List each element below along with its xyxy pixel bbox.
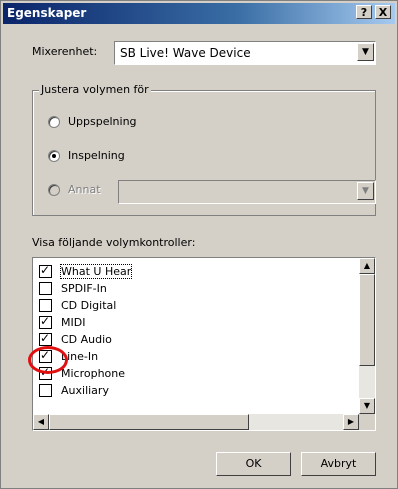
- list-item-label: CD Audio: [61, 333, 112, 346]
- list-item-label: What U Hear: [59, 264, 133, 279]
- scroll-down-icon[interactable]: ▼: [359, 398, 375, 414]
- highlight-circle: [28, 346, 68, 374]
- list-item-label: Auxiliary: [61, 384, 109, 397]
- scroll-up-icon[interactable]: ▲: [359, 258, 375, 274]
- horizontal-scrollbar[interactable]: ◀ ▶: [33, 414, 359, 430]
- list-item-label: SPDIF-In: [61, 282, 107, 295]
- title-bar[interactable]: Egenskaper ? X: [3, 3, 395, 24]
- radio-playback-label[interactable]: Uppspelning: [68, 115, 137, 128]
- adjust-volume-legend: Justera volymen för: [39, 83, 151, 96]
- radio-selected-dot: [52, 154, 56, 158]
- checkbox[interactable]: [39, 384, 52, 397]
- volume-controls-list[interactable]: ✓ What U Hear SPDIF-In CD Digital ✓ MIDI…: [32, 257, 376, 431]
- cancel-button[interactable]: Avbryt: [301, 452, 376, 476]
- checkbox[interactable]: [39, 299, 52, 312]
- list-item-label: MIDI: [61, 316, 86, 329]
- checkmark-icon: ✓: [40, 331, 51, 345]
- checkbox[interactable]: [39, 282, 52, 295]
- properties-dialog: Egenskaper ? X Mixerenhet: SB Live! Wave…: [0, 0, 398, 489]
- radio-other-label: Annat: [68, 183, 101, 196]
- list-item-label: Microphone: [61, 367, 126, 380]
- checkbox[interactable]: ✓: [39, 314, 52, 329]
- scroll-left-icon[interactable]: ◀: [33, 414, 49, 430]
- vertical-scrollbar[interactable]: ▲ ▼: [359, 258, 375, 414]
- radio-playback[interactable]: [48, 116, 60, 128]
- window-title: Egenskaper: [7, 6, 87, 20]
- checkmark-icon: ✓: [40, 263, 51, 277]
- radio-recording-label[interactable]: Inspelning: [68, 149, 125, 162]
- scrollbar-corner: [359, 414, 375, 430]
- radio-recording[interactable]: [48, 150, 60, 162]
- dropdown-arrow-icon[interactable]: ▼: [357, 43, 374, 61]
- mixer-label: Mixerenhet:: [32, 45, 98, 58]
- help-button[interactable]: ?: [356, 5, 372, 19]
- radio-other[interactable]: [48, 184, 60, 196]
- mixer-device-select[interactable]: SB Live! Wave Device ▼: [114, 41, 376, 65]
- horizontal-scroll-thumb[interactable]: [49, 414, 249, 430]
- checkbox[interactable]: ✓: [39, 263, 52, 278]
- dropdown-arrow-icon: ▼: [357, 182, 374, 200]
- ok-button[interactable]: OK: [216, 452, 291, 476]
- checkbox[interactable]: ✓: [39, 331, 52, 346]
- close-button[interactable]: X: [375, 5, 391, 19]
- scroll-right-icon[interactable]: ▶: [343, 414, 359, 430]
- list-item-label: CD Digital: [61, 299, 117, 312]
- other-device-select: ▼: [118, 180, 376, 204]
- controls-label: Visa följande volymkontroller:: [32, 236, 196, 249]
- mixer-device-value: SB Live! Wave Device: [120, 46, 251, 60]
- vertical-scroll-thumb[interactable]: [359, 274, 375, 366]
- checkmark-icon: ✓: [40, 314, 51, 328]
